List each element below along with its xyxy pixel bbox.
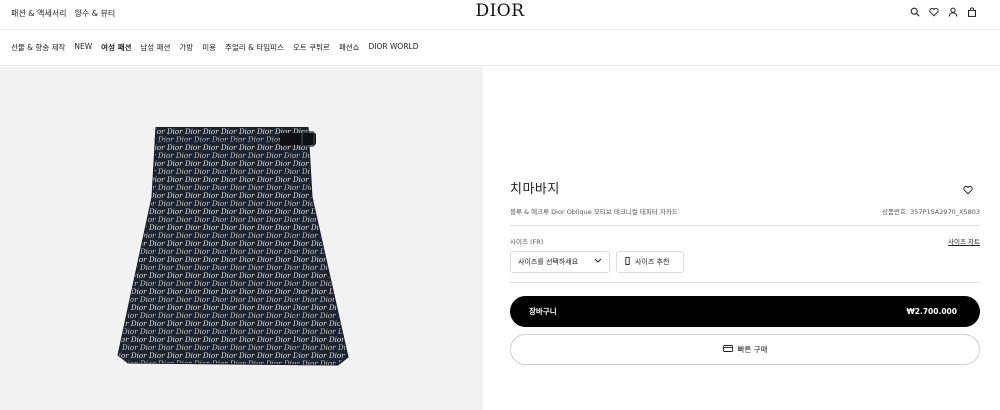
nav-item-jewelry[interactable]: 주얼리 & 타임피스 xyxy=(225,42,284,53)
nav-item-dior-world[interactable]: DIOR WORLD xyxy=(369,42,419,53)
header-icons xyxy=(909,6,978,18)
nav-item-bags[interactable]: 가방 xyxy=(179,42,193,53)
nav-item-women[interactable]: 여성 패션 xyxy=(101,42,131,53)
heart-icon[interactable] xyxy=(928,6,940,18)
size-recommend-label: 사이즈 추천 xyxy=(635,258,670,266)
quick-buy-button[interactable]: 빠른 구매 xyxy=(510,334,980,365)
size-select-text: 사이즈를 선택하세요 xyxy=(518,258,579,266)
nav-item-fashion-show[interactable]: 패션쇼 xyxy=(339,42,360,53)
product-subtitle: 블루 & 에크루 Dior Oblique 모티브 테크니컬 태피터 자카드 xyxy=(510,208,678,216)
product-image-panel: Dior Dior Dior xyxy=(0,67,483,410)
nav-item-gifts[interactable]: 선물 & 향송 제작 xyxy=(11,42,65,53)
main-nav: 선물 & 향송 제작 NEW 여성 패션 남성 패션 가방 미용 주얼리 & 타… xyxy=(0,30,1000,66)
nav-item-new[interactable]: NEW xyxy=(74,42,92,53)
ruler-icon xyxy=(625,257,630,267)
user-icon[interactable] xyxy=(947,6,959,18)
nav-item-beauty[interactable]: 미용 xyxy=(202,42,216,53)
card-icon xyxy=(722,345,733,354)
add-to-cart-label: 장바구니 xyxy=(529,307,557,316)
divider xyxy=(510,282,980,283)
product-title: 치마바지 xyxy=(510,182,560,197)
nav-item-haute-couture[interactable]: 오트 쿠튀르 xyxy=(293,42,330,53)
divider xyxy=(510,225,980,226)
dior-logo[interactable]: DIOR xyxy=(0,1,1000,21)
quick-buy-label: 빠른 구매 xyxy=(737,345,768,354)
size-select[interactable]: 사이즈를 선택하세요 xyxy=(510,251,610,273)
product-info-panel: 치마바지 블루 & 에크루 Dior Oblique 모티브 테크니컬 태피터 … xyxy=(483,67,1000,410)
product-image[interactable]: Dior Dior Dior xyxy=(112,127,356,410)
size-label: 사이즈 (FR) xyxy=(510,238,544,246)
wishlist-heart-icon[interactable] xyxy=(963,180,973,199)
size-recommend-button[interactable]: 사이즈 추천 xyxy=(616,251,684,273)
size-chart-link[interactable]: 사이즈 차트 xyxy=(948,236,980,246)
search-icon[interactable] xyxy=(909,6,921,18)
nav-item-men[interactable]: 남성 패션 xyxy=(140,42,170,53)
add-to-cart-button[interactable]: 장바구니 ₩2.700.000 xyxy=(510,296,980,327)
product-reference: 상품번호: 357P15A2970_X5803 xyxy=(881,208,980,216)
top-bar: 패션 & 액세서리 향수 & 뷰티 DIOR xyxy=(0,0,1000,30)
price: ₩2.700.000 xyxy=(906,307,957,316)
chevron-down-icon xyxy=(594,258,602,266)
bag-icon[interactable] xyxy=(966,6,978,18)
